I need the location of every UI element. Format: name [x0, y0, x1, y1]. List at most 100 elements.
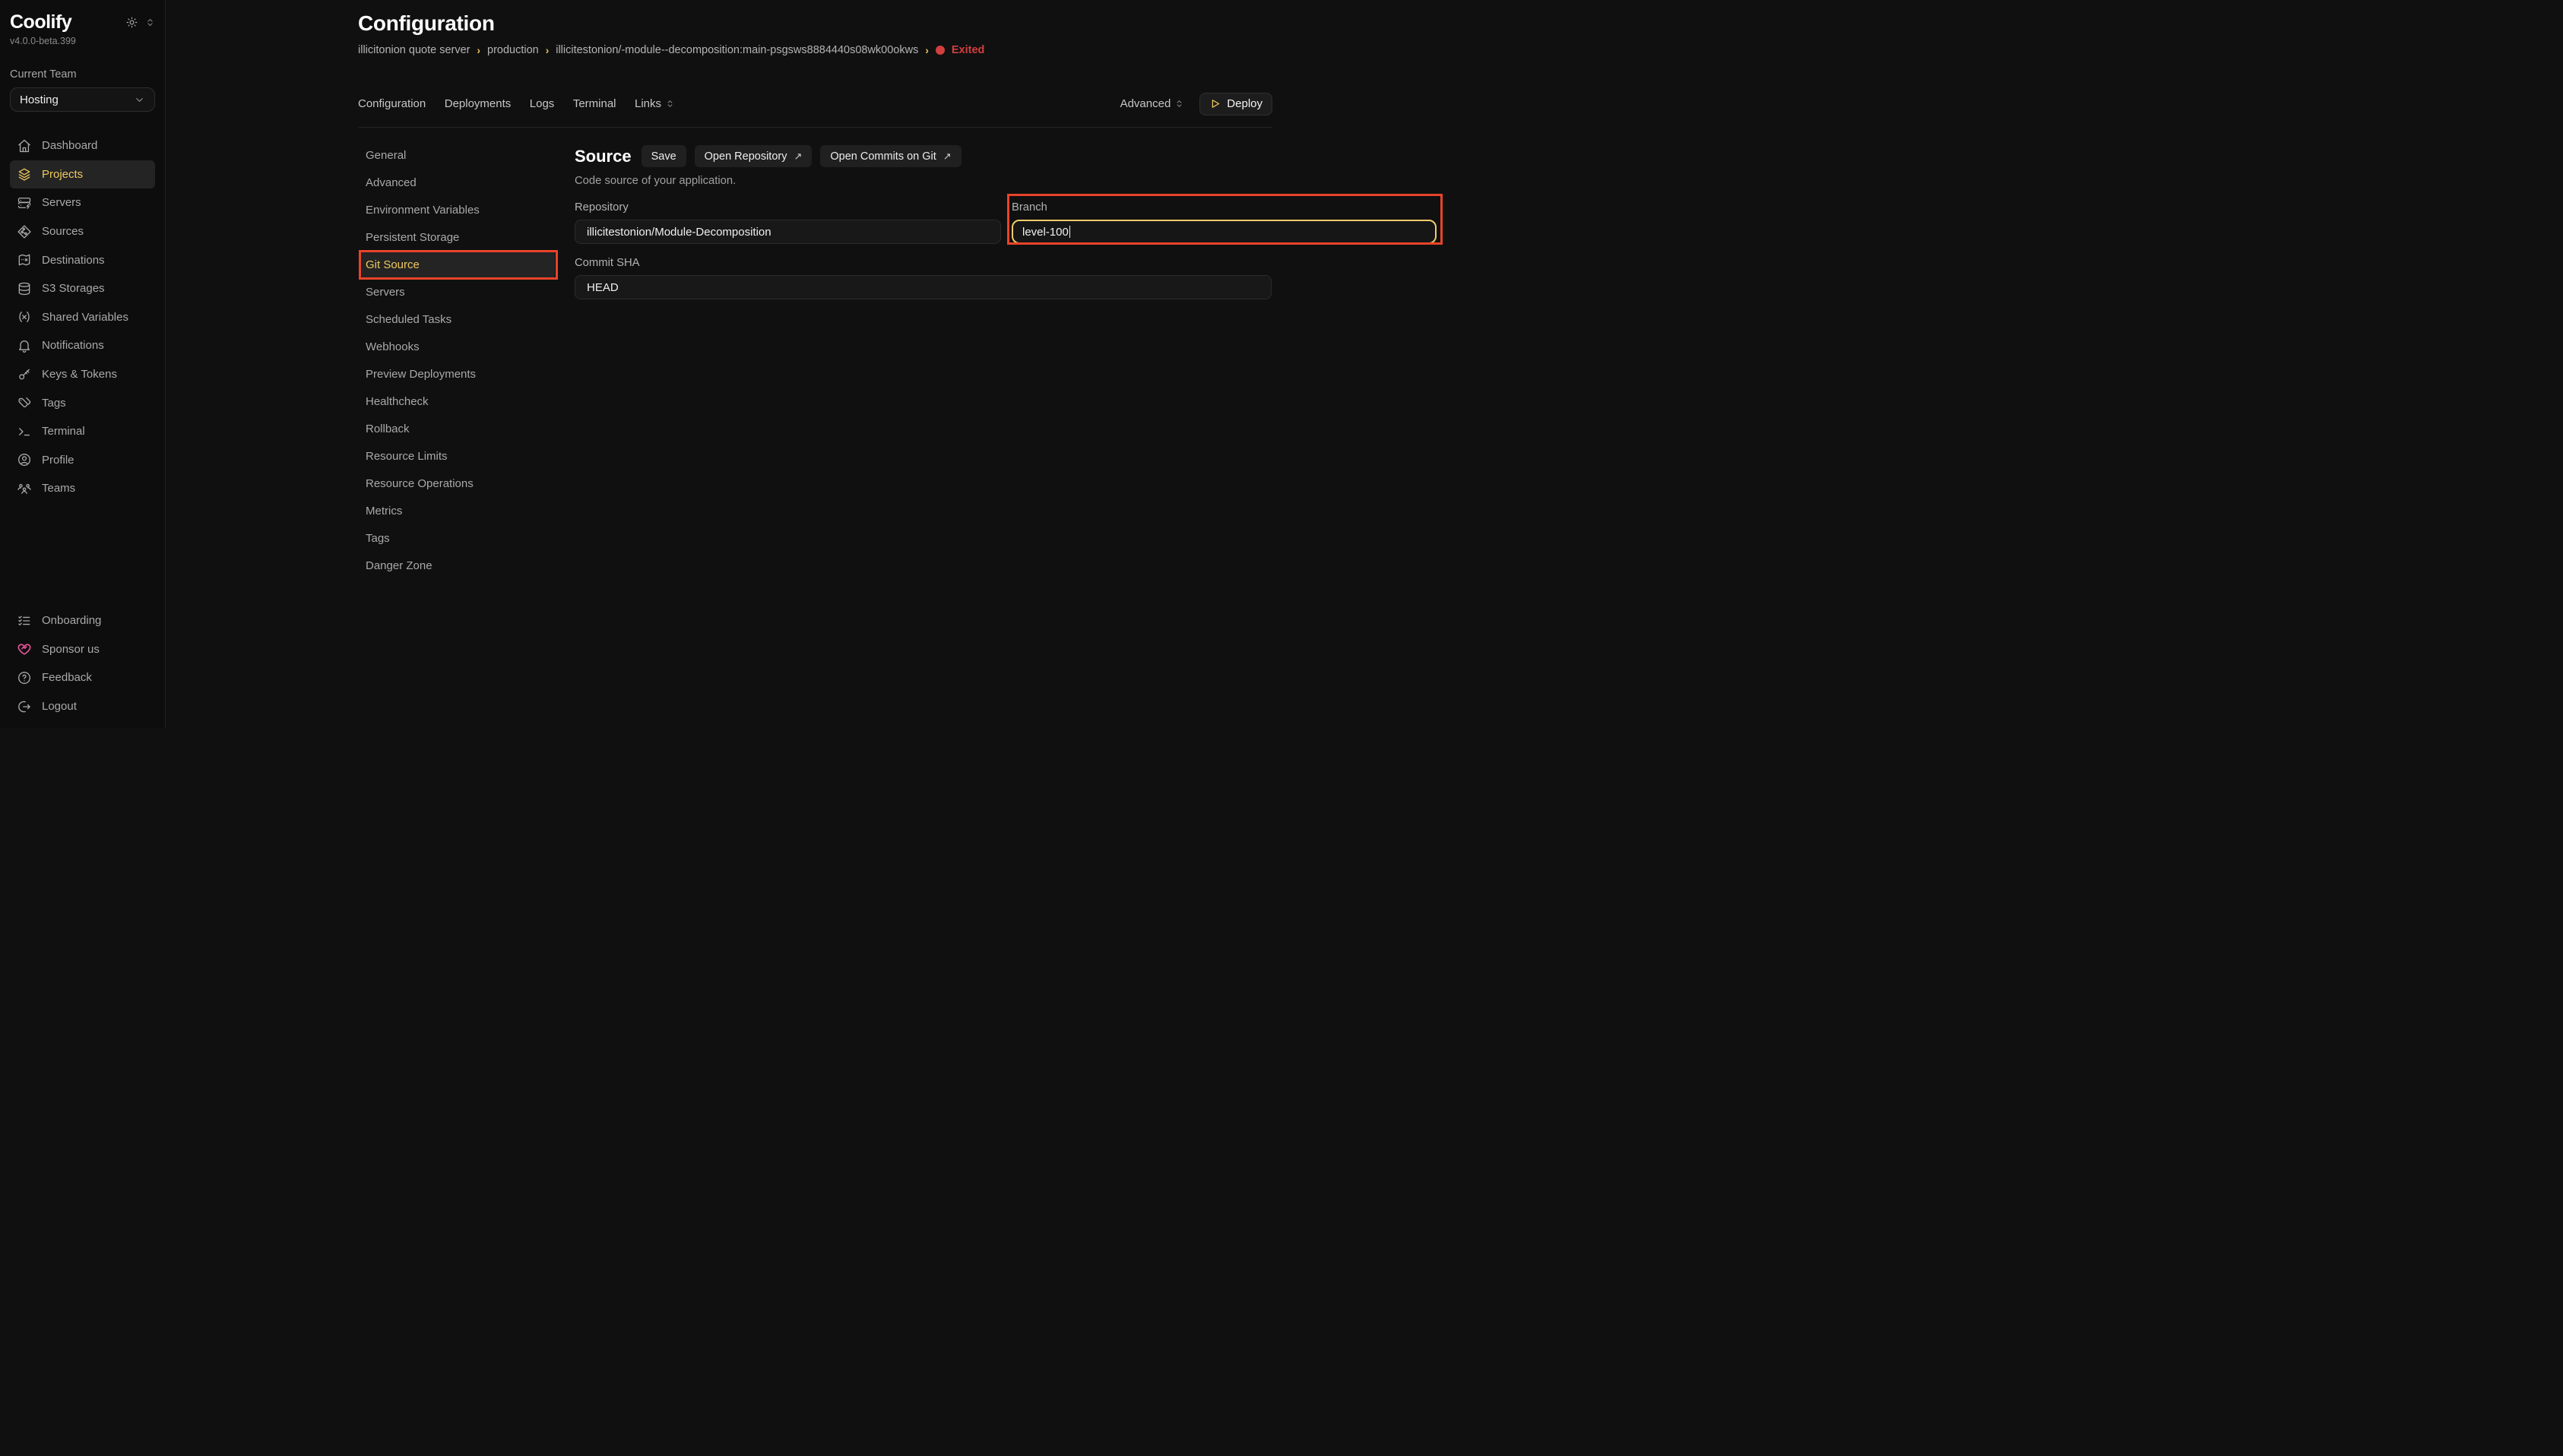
chevrons-up-down-icon — [665, 99, 675, 109]
app-version: v4.0.0-beta.399 — [10, 36, 155, 46]
sidebar-item-destinations[interactable]: Destinations — [10, 245, 155, 274]
subnav-item-servers[interactable]: Servers — [361, 278, 555, 305]
bell-icon — [17, 338, 32, 353]
status-dot-icon — [936, 46, 945, 55]
subnav-item-rollback[interactable]: Rollback — [361, 415, 555, 442]
subnav-item-advanced[interactable]: Advanced — [361, 169, 555, 196]
key-icon — [17, 367, 32, 382]
users-icon — [17, 481, 32, 496]
status-badge: Exited — [936, 44, 985, 56]
breadcrumb: illicitonion quote server › production ›… — [358, 44, 984, 56]
subnav-item-tags[interactable]: Tags — [361, 524, 555, 552]
app-logo: Coolify — [10, 11, 71, 33]
map-icon — [17, 252, 32, 267]
database-icon — [17, 281, 32, 296]
theme-selector-chevrons-icon[interactable] — [145, 17, 155, 27]
team-select[interactable]: Hosting — [10, 87, 155, 112]
text-cursor — [1069, 226, 1071, 238]
subnav-item-git-source[interactable]: Git Source — [361, 251, 555, 278]
breadcrumb-project[interactable]: illicitonion quote server — [358, 44, 470, 56]
source-heading: Source — [575, 147, 632, 166]
tabs-bar: Configuration Deployments Logs Terminal … — [358, 92, 1272, 116]
subnav-item-scheduled-tasks[interactable]: Scheduled Tasks — [361, 305, 555, 333]
sidebar-item-logout[interactable]: Logout — [10, 692, 155, 721]
open-commits-button[interactable]: Open Commits on Git ↗ — [820, 145, 961, 167]
git-source-panel: Source Save Open Repository ↗ Open Commi… — [575, 145, 1272, 299]
subnav-item-resource-limits[interactable]: Resource Limits — [361, 442, 555, 470]
server-icon — [17, 195, 32, 210]
tab-logs[interactable]: Logs — [530, 97, 555, 110]
subnav-item-general[interactable]: General — [361, 141, 555, 169]
subnav-item-danger-zone[interactable]: Danger Zone — [361, 552, 555, 579]
help-circle-icon — [17, 670, 32, 685]
tab-links[interactable]: Links — [635, 97, 675, 110]
sidebar-item-feedback[interactable]: Feedback — [10, 663, 155, 692]
breadcrumb-separator-icon: › — [546, 45, 550, 56]
sidebar-item-terminal[interactable]: Terminal — [10, 417, 155, 446]
sidebar-item-dashboard[interactable]: Dashboard — [10, 131, 155, 160]
sidebar-item-onboarding[interactable]: Onboarding — [10, 606, 155, 635]
open-repository-button[interactable]: Open Repository ↗ — [695, 145, 813, 167]
tab-configuration[interactable]: Configuration — [358, 97, 426, 110]
sidebar-item-keys-tokens[interactable]: Keys & Tokens — [10, 360, 155, 389]
breadcrumb-separator-icon: › — [925, 45, 929, 56]
repository-label: Repository — [575, 201, 1001, 214]
tabs-divider — [358, 127, 1272, 128]
tags-icon — [17, 395, 32, 410]
theme-sun-icon[interactable] — [125, 16, 138, 29]
branch-input[interactable]: level-100 — [1012, 220, 1437, 244]
subnav-item-metrics[interactable]: Metrics — [361, 497, 555, 524]
play-icon — [1209, 98, 1221, 109]
external-link-icon: ↗ — [943, 150, 952, 163]
heart-icon — [17, 641, 32, 657]
sidebar-item-tags[interactable]: Tags — [10, 388, 155, 417]
terminal-icon — [17, 424, 32, 439]
status-text: Exited — [952, 44, 985, 56]
main-content: Configuration illicitonion quote server … — [166, 0, 1282, 728]
sidebar-item-servers[interactable]: Servers — [10, 188, 155, 217]
breadcrumb-resource[interactable]: illicitestonion/-module--decomposition:m… — [556, 44, 918, 56]
page-title: Configuration — [358, 11, 495, 36]
subnav-item-persistent-storage[interactable]: Persistent Storage — [361, 223, 555, 251]
sidebar-bottom-nav: Onboarding Sponsor us Feedback Logout — [10, 606, 155, 720]
sidebar-nav: Dashboard Projects Servers Sources Desti… — [10, 131, 155, 503]
sidebar: Coolify v4.0.0-beta.399 Current Team Hos… — [0, 0, 166, 728]
deploy-button[interactable]: Deploy — [1199, 93, 1272, 116]
repository-input[interactable]: illicitestonion/Module-Decomposition — [575, 220, 1001, 244]
subnav-item-environment-variables[interactable]: Environment Variables — [361, 196, 555, 223]
source-description: Code source of your application. — [575, 175, 1272, 187]
sidebar-item-sponsor-us[interactable]: Sponsor us — [10, 635, 155, 664]
team-select-value: Hosting — [20, 93, 59, 106]
chevron-down-icon — [134, 94, 145, 106]
current-team-label: Current Team — [10, 68, 155, 81]
logout-icon — [17, 699, 32, 714]
checklist-icon — [17, 613, 32, 628]
tab-deployments[interactable]: Deployments — [445, 97, 512, 110]
configuration-subnav: General Advanced Environment Variables P… — [361, 141, 555, 579]
subnav-item-healthcheck[interactable]: Healthcheck — [361, 388, 555, 415]
sidebar-item-teams[interactable]: Teams — [10, 474, 155, 503]
user-circle-icon — [17, 452, 32, 467]
sidebar-item-shared-variables[interactable]: Shared Variables — [10, 303, 155, 332]
subnav-item-resource-operations[interactable]: Resource Operations — [361, 470, 555, 497]
sidebar-item-s3-storages[interactable]: S3 Storages — [10, 274, 155, 303]
breadcrumb-environment[interactable]: production — [487, 44, 539, 56]
variable-icon — [17, 309, 32, 324]
sidebar-item-notifications[interactable]: Notifications — [10, 331, 155, 360]
external-link-icon: ↗ — [794, 150, 802, 163]
home-icon — [17, 138, 32, 154]
sidebar-item-profile[interactable]: Profile — [10, 446, 155, 475]
commit-sha-input[interactable]: HEAD — [575, 275, 1272, 299]
save-button[interactable]: Save — [642, 145, 686, 167]
tab-terminal[interactable]: Terminal — [573, 97, 616, 110]
branch-label: Branch — [1012, 201, 1437, 214]
advanced-menu[interactable]: Advanced — [1120, 97, 1185, 110]
subnav-item-preview-deployments[interactable]: Preview Deployments — [361, 360, 555, 388]
layers-icon — [17, 166, 32, 182]
sidebar-item-sources[interactable]: Sources — [10, 217, 155, 246]
subnav-item-webhooks[interactable]: Webhooks — [361, 333, 555, 360]
commit-sha-label: Commit SHA — [575, 257, 1272, 269]
git-source-icon — [17, 224, 32, 239]
breadcrumb-separator-icon: › — [477, 45, 481, 56]
sidebar-item-projects[interactable]: Projects — [10, 160, 155, 189]
